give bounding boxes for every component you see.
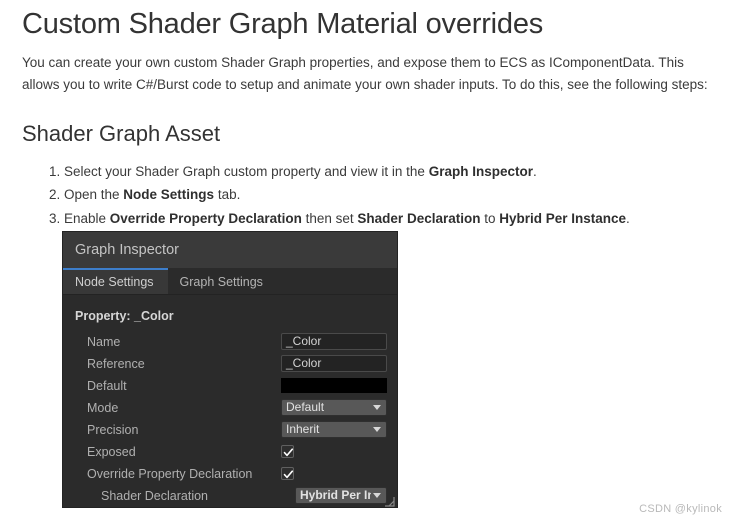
dropdown-value: Hybrid Per Instar <box>300 488 371 503</box>
step-text: . <box>532 163 537 179</box>
step-text: tab. <box>214 187 241 203</box>
step-emphasis: Hybrid Per Instance <box>499 211 627 227</box>
inspector-tabs: Node Settings Graph Settings <box>63 268 397 295</box>
graph-inspector-panel: Graph Inspector Node Settings Graph Setti… <box>62 231 398 508</box>
inspector-title: Graph Inspector <box>75 242 179 258</box>
watermark: CSDN @kylinok <box>639 503 722 515</box>
name-input[interactable]: _Color <box>281 333 387 351</box>
page-title: Custom Shader Graph Material overrides <box>22 8 544 40</box>
row-label: Exposed <box>87 444 136 459</box>
step-item: Enable Override Property Declaration the… <box>64 208 714 230</box>
steps-list: Select your Shader Graph custom property… <box>22 161 714 231</box>
property-row-precision: Precision Inherit <box>73 419 387 441</box>
resize-grip-icon[interactable] <box>382 494 395 507</box>
chevron-down-icon <box>373 493 381 499</box>
chevron-down-icon <box>373 405 381 411</box>
shader-declaration-dropdown[interactable]: Hybrid Per Instar <box>295 487 387 505</box>
property-heading: Property: _Color <box>75 309 174 323</box>
reference-input[interactable]: _Color <box>281 355 387 373</box>
check-icon <box>283 448 294 457</box>
step-emphasis: Node Settings <box>123 187 215 203</box>
tab-label: Graph Settings <box>179 275 263 289</box>
property-row-name: Name _Color <box>73 331 387 353</box>
check-icon <box>283 470 294 479</box>
mode-dropdown[interactable]: Default <box>281 399 387 417</box>
tab-node-settings[interactable]: Node Settings <box>63 268 168 294</box>
step-text: to <box>480 211 500 227</box>
inspector-header: Graph Inspector <box>63 232 397 268</box>
row-label: Precision <box>87 422 139 437</box>
property-rows: Name _Color Reference _Color Default Mode Defa… <box>73 331 387 507</box>
intro-paragraph: You can create your own custom Shader Gr… <box>22 55 708 93</box>
row-label: Name <box>87 334 121 349</box>
property-row-override-property-declaration: Override Property Declaration <box>73 463 387 485</box>
inspector-body: Property: _Color Name _Color Reference _Col… <box>63 295 397 507</box>
step-item: Open the Node Settings tab. <box>64 184 714 206</box>
dropdown-value: Inherit <box>286 422 320 437</box>
default-color-swatch[interactable] <box>281 378 387 394</box>
step-emphasis: Shader Declaration <box>357 211 481 227</box>
document-content: Custom Shader Graph Material overrides Y… <box>0 0 736 230</box>
row-label: Shader Declaration <box>101 488 209 503</box>
property-row-reference: Reference _Color <box>73 353 387 375</box>
exposed-checkbox[interactable] <box>281 445 294 459</box>
step-item: Select your Shader Graph custom property… <box>64 161 714 183</box>
override-property-declaration-checkbox[interactable] <box>281 467 294 481</box>
dropdown-value: Default <box>286 400 325 415</box>
step-text: then set <box>301 211 358 227</box>
step-text: Enable <box>64 211 110 227</box>
step-emphasis: Override Property Declaration <box>109 211 302 227</box>
step-text: Open the <box>64 187 124 203</box>
property-row-exposed: Exposed <box>73 441 387 463</box>
tab-label: Node Settings <box>75 275 154 289</box>
step-text: . <box>626 211 630 227</box>
step-text: Select your Shader Graph custom property… <box>64 163 429 179</box>
section-title: Shader Graph Asset <box>22 120 221 146</box>
property-row-default: Default <box>73 375 387 397</box>
row-label: Mode <box>87 400 119 415</box>
step-emphasis: Graph Inspector <box>428 163 533 179</box>
row-label: Override Property Declaration <box>87 466 253 481</box>
row-label: Reference <box>87 356 145 371</box>
property-row-shader-declaration: Shader Declaration Hybrid Per Instar <box>73 485 387 507</box>
property-row-mode: Mode Default <box>73 397 387 419</box>
precision-dropdown[interactable]: Inherit <box>281 421 387 439</box>
row-label: Default <box>87 378 127 393</box>
tab-graph-settings[interactable]: Graph Settings <box>168 268 277 294</box>
chevron-down-icon <box>373 427 381 433</box>
